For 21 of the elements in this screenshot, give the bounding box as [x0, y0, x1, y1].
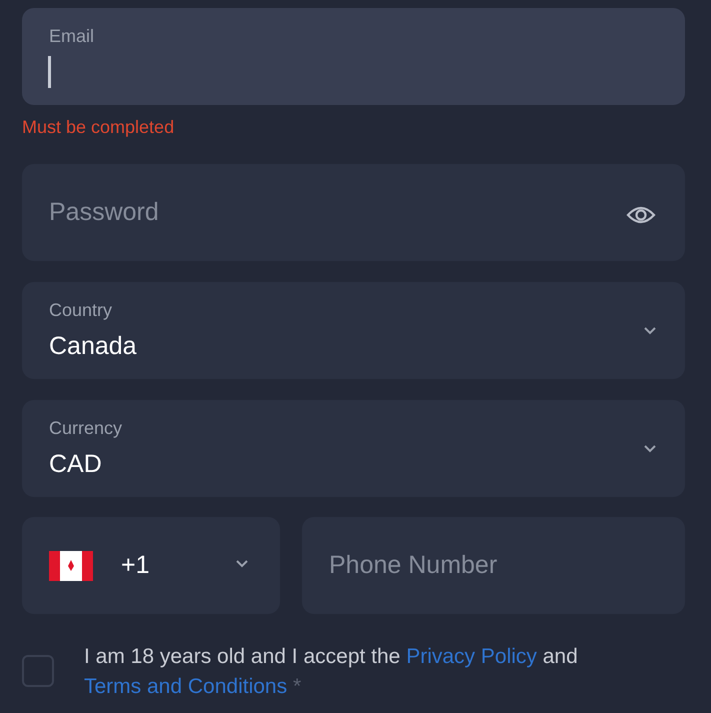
select-field[interactable]: Currency CAD — [22, 400, 685, 497]
eye-icon[interactable] — [626, 204, 656, 226]
field-label: Country — [49, 300, 112, 321]
dial-code: +1 — [121, 551, 150, 580]
field-value: CAD — [49, 450, 102, 479]
chevron-down-icon — [643, 444, 657, 453]
field-label: Currency — [49, 418, 122, 439]
password-field[interactable]: Password — [22, 164, 685, 261]
checkbox[interactable] — [22, 655, 54, 687]
select-field[interactable]: Country Canada — [22, 282, 685, 379]
flag-icon — [49, 550, 93, 580]
text-cursor — [48, 56, 51, 88]
consent-text: I am 18 years old and I accept the Privacy Policy and Terms and Conditions * — [84, 644, 579, 700]
chevron-down-icon — [643, 326, 657, 335]
field-label: Email — [49, 26, 94, 47]
field-value: Canada — [49, 332, 137, 361]
email-field[interactable]: Email — [22, 8, 685, 105]
chevron-down-icon — [235, 559, 249, 568]
error-message: Must be completed — [22, 117, 176, 138]
phone-number-field[interactable]: Phone Number — [302, 517, 685, 614]
country-code-select[interactable]: +1 — [22, 517, 280, 614]
